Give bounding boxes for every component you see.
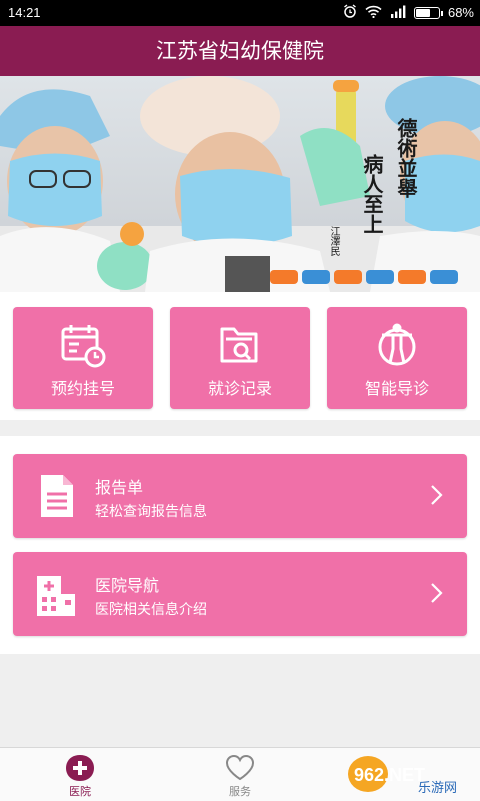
body-guide-icon [373,321,421,369]
chevron-right-icon [429,482,445,508]
hospital-cross-icon [65,754,95,782]
chevron-right-icon [429,580,445,606]
hospital-navigation-subtitle: 医院相关信息介绍 [95,602,207,618]
watermark-logo: 962.NET 乐游网 [346,752,474,796]
visit-records-label: 就诊记录 [207,379,272,398]
page-title: 江苏省妇幼保健院 [156,39,324,63]
feature-list: 报告单 轻松查询报告信息 医院导航 医院相关信息介绍 [0,436,480,654]
signal-icon [390,5,406,21]
calligraphy-signature: 江澤民 [328,226,339,256]
visit-records-button[interactable]: 就诊记录 [170,307,310,409]
smart-guide-button[interactable]: 智能导诊 [327,307,467,409]
appointment-button[interactable]: 预约挂号 [13,307,153,409]
calendar-clock-icon [59,321,107,369]
wifi-icon [365,5,382,21]
status-time: 14:21 [8,5,41,20]
watermark-brand: 962.NET [354,765,425,785]
tab-service-label: 服务 [229,785,251,798]
report-card[interactable]: 报告单 轻松查询报告信息 [13,454,467,538]
app-title-bar: 江苏省妇幼保健院 [0,26,480,76]
battery-percent: 68% [447,5,474,20]
battery-icon [413,6,443,19]
status-bar: 14:21 68% [0,0,480,26]
calligraphy-line-2: 病人至上 [360,154,384,234]
hero-banner[interactable]: 德術並舉 病人至上 江澤民 [0,76,480,292]
hospital-navigation-title: 医院导航 [95,576,160,595]
tab-hospital-label: 医院 [69,785,91,798]
hospital-building-icon [35,570,81,618]
heart-icon [225,754,255,782]
report-title: 报告单 [95,478,144,497]
tab-hospital[interactable]: 医院 [20,748,140,801]
watermark-sub: 乐游网 [418,781,457,796]
report-subtitle: 轻松查询报告信息 [95,504,207,520]
tab-service[interactable]: 服务 [180,748,300,801]
quick-actions: 预约挂号 就诊记录 智能导诊 [0,292,480,420]
hospital-navigation-card[interactable]: 医院导航 医院相关信息介绍 [13,552,467,636]
smart-guide-label: 智能导诊 [364,379,429,398]
folder-search-icon [216,321,264,369]
calligraphy-line-1: 德術並舉 [394,118,418,198]
document-icon [35,472,81,520]
appointment-label: 预约挂号 [50,379,115,398]
alarm-icon [343,4,357,21]
